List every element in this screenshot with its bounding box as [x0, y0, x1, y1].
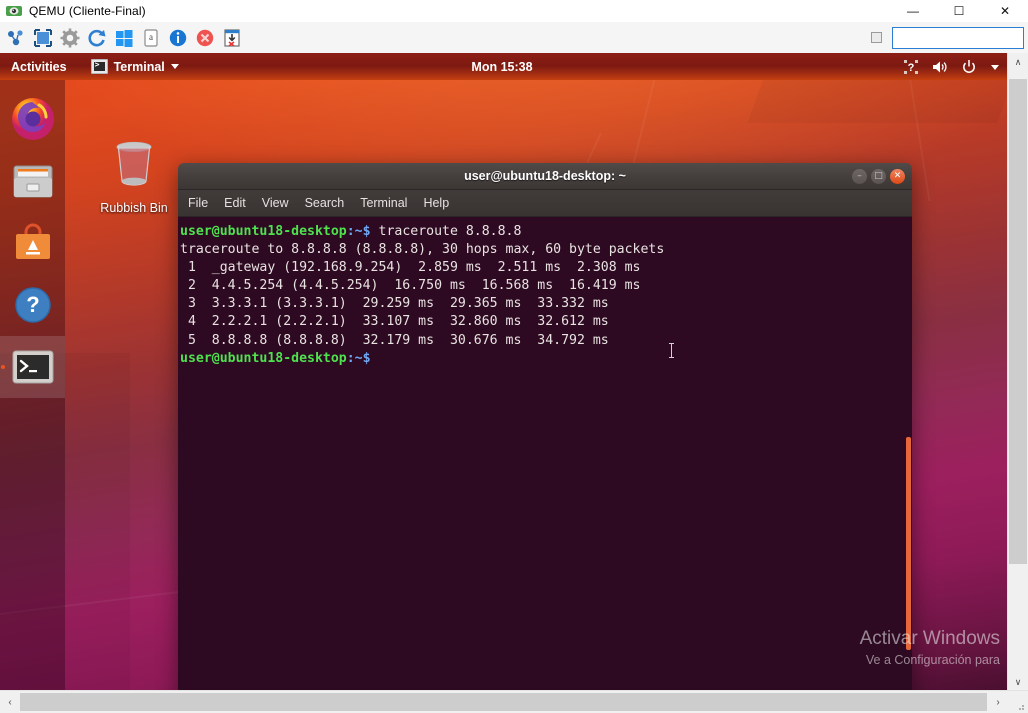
terminal-close-button[interactable]: ✕ [890, 169, 905, 184]
qemu-titlebar: QEMU (Cliente-Final) — ☐ ✕ [0, 0, 1028, 23]
vertical-scrollbar-thumb[interactable] [1009, 79, 1027, 564]
menu-terminal[interactable]: Terminal [360, 196, 407, 210]
terminal-icon [91, 59, 108, 74]
text-cursor [671, 343, 672, 358]
terminal-scrollbar-thumb[interactable] [906, 437, 911, 650]
qemu-window-title: QEMU (Cliente-Final) [29, 4, 146, 18]
dock-item-help[interactable]: ? [0, 274, 65, 336]
dock-item-firefox[interactable] [0, 88, 65, 150]
horizontal-scrollbar-thumb[interactable] [20, 693, 987, 711]
output-line-4: 4 2.2.2.1 (2.2.2.1) 33.107 ms 32.860 ms … [180, 314, 609, 329]
windows-logo-icon[interactable] [113, 27, 135, 49]
refresh-icon[interactable] [86, 27, 108, 49]
guest-screen: Activities Terminal Mon 15:38 ? [0, 53, 1008, 691]
output-line-3: 3 3.3.3.1 (3.3.3.1) 29.259 ms 29.365 ms … [180, 296, 609, 311]
app-menu-label: Terminal [114, 60, 165, 74]
qemu-minimize-button[interactable]: — [890, 0, 936, 22]
accessibility-icon: ? [903, 59, 919, 75]
qemu-close-button[interactable]: ✕ [982, 0, 1028, 22]
dock-item-terminal[interactable] [0, 336, 65, 398]
terminal-output: user@ubuntu18-desktop:~$ traceroute 8.8.… [180, 223, 904, 368]
network-icon[interactable] [5, 27, 27, 49]
shell-command: traceroute 8.8.8.8 [371, 224, 522, 239]
gnome-topbar: Activities Terminal Mon 15:38 ? [0, 53, 1008, 80]
svg-text:a: a [149, 32, 153, 42]
qemu-window-controls: — ☐ ✕ [890, 0, 1028, 22]
settings-gear-icon[interactable] [59, 27, 81, 49]
ubuntu-dock: ? [0, 80, 65, 691]
shell-prompt-user-2: user@ubuntu18-desktop [180, 351, 347, 366]
scroll-left-arrow-icon[interactable]: ‹ [0, 691, 20, 713]
status-menu[interactable]: ? [903, 59, 1000, 75]
activities-button[interactable]: Activities [11, 60, 67, 74]
qemu-icon [6, 4, 22, 18]
clock-label: Mon 15:38 [471, 60, 532, 74]
cancel-icon[interactable] [194, 27, 216, 49]
document-icon[interactable]: a [140, 27, 162, 49]
output-line-1: 1 _gateway (192.168.9.254) 2.859 ms 2.51… [180, 260, 641, 275]
dock-item-ubuntu-software[interactable] [0, 212, 65, 274]
qemu-maximize-button[interactable]: ☐ [936, 0, 982, 22]
rubbish-bin-icon [108, 138, 160, 190]
svg-text:?: ? [908, 62, 915, 74]
chevron-down-icon [171, 64, 179, 69]
shell-prompt-path: :~$ [347, 224, 371, 239]
status-chevron-down-icon [990, 59, 1000, 75]
power-icon [961, 59, 977, 75]
svg-text:?: ? [26, 292, 39, 317]
shell-prompt-user: user@ubuntu18-desktop [180, 224, 347, 239]
terminal-window: user@ubuntu18-desktop: ~ – □ ✕ File Edit… [178, 163, 912, 691]
resize-grip-icon[interactable] [1015, 701, 1025, 711]
terminal-window-controls: – □ ✕ [852, 163, 905, 189]
host-horizontal-scrollbar[interactable]: ‹ › [0, 690, 1028, 713]
terminal-menubar: File Edit View Search Terminal Help [178, 190, 912, 217]
files-icon [9, 157, 57, 205]
shell-prompt-path-2: :~$ [347, 351, 371, 366]
help-icon: ? [9, 281, 57, 329]
terminal-titlebar[interactable]: user@ubuntu18-desktop: ~ – □ ✕ [178, 163, 912, 190]
host-vertical-scrollbar[interactable]: ∧ ∨ [1007, 53, 1028, 691]
menu-edit[interactable]: Edit [224, 196, 246, 210]
menu-file[interactable]: File [188, 196, 208, 210]
firefox-icon [9, 95, 57, 143]
scroll-right-arrow-icon[interactable]: › [988, 691, 1008, 713]
terminal-maximize-button[interactable]: □ [871, 169, 886, 184]
dock-item-files[interactable] [0, 150, 65, 212]
qemu-toolbar: a [0, 22, 1028, 54]
qemu-toolbar-checkbox[interactable] [871, 32, 882, 43]
scroll-up-arrow-icon[interactable]: ∧ [1008, 53, 1028, 71]
volume-icon [932, 59, 948, 75]
desktop-icon-rubbish-bin[interactable]: Rubbish Bin [88, 138, 180, 215]
desktop-icon-label: Rubbish Bin [88, 201, 180, 215]
qemu-toolbar-input[interactable] [892, 27, 1024, 49]
fullscreen-icon[interactable] [32, 27, 54, 49]
scroll-down-arrow-icon[interactable]: ∨ [1008, 673, 1028, 691]
info-icon[interactable] [167, 27, 189, 49]
qemu-toolbar-right [871, 22, 1024, 53]
screenshot-root: QEMU (Cliente-Final) — ☐ ✕ [0, 0, 1028, 713]
menu-help[interactable]: Help [423, 196, 449, 210]
terminal-body[interactable]: user@ubuntu18-desktop:~$ traceroute 8.8.… [178, 217, 912, 691]
terminal-scrollbar[interactable] [905, 217, 912, 691]
output-line-0: traceroute to 8.8.8.8 (8.8.8.8), 30 hops… [180, 242, 664, 257]
terminal-minimize-button[interactable]: – [852, 169, 867, 184]
output-line-2: 2 4.4.5.254 (4.4.5.254) 16.750 ms 16.568… [180, 278, 641, 293]
output-line-5: 5 8.8.8.8 (8.8.8.8) 32.179 ms 30.676 ms … [180, 333, 609, 348]
ubuntu-software-icon [9, 219, 57, 267]
snapshot-icon[interactable] [221, 27, 243, 49]
app-menu-button[interactable]: Terminal [91, 59, 179, 74]
terminal-window-title: user@ubuntu18-desktop: ~ [464, 169, 626, 183]
menu-view[interactable]: View [262, 196, 289, 210]
menu-search[interactable]: Search [305, 196, 345, 210]
terminal-dock-icon [9, 343, 57, 391]
